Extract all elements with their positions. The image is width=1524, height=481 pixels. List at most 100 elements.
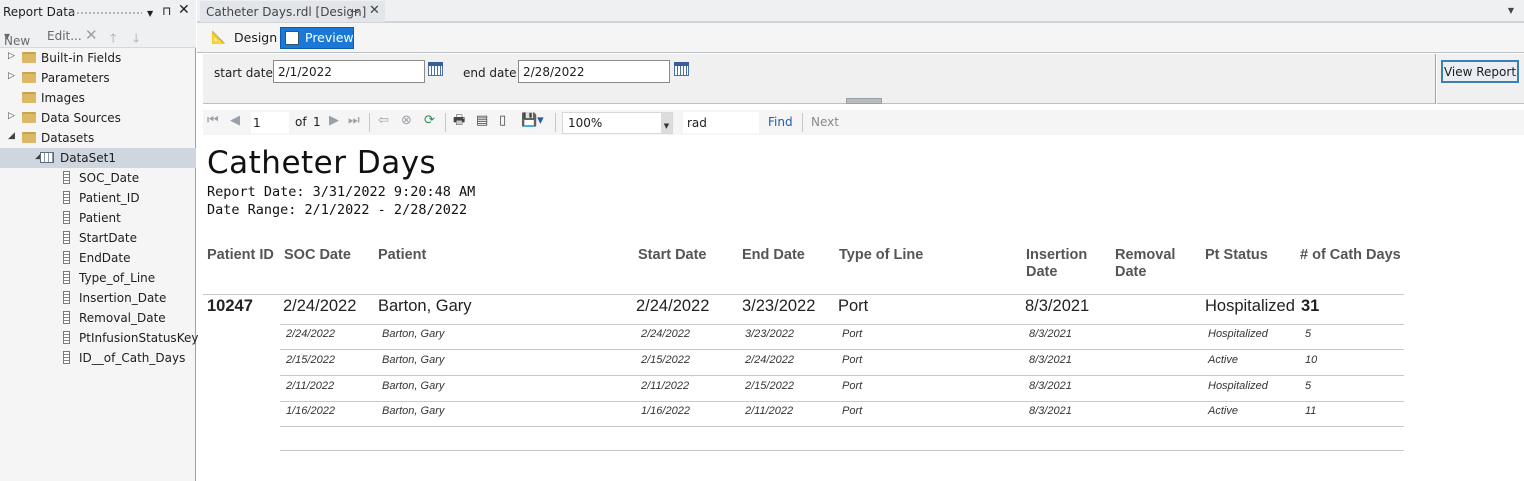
row-divider: [280, 426, 1404, 427]
move-down-icon[interactable]: 🡓: [133, 29, 139, 50]
parameter-bar: start date end date View Report: [203, 54, 1524, 104]
edit-button[interactable]: Edit...: [47, 29, 82, 43]
report-date-range: Date Range: 2/1/2022 - 2/28/2022: [207, 202, 468, 218]
column-header: # of Cath Days: [1300, 247, 1401, 263]
detail-cell-start-date: 2/11/2022: [641, 379, 690, 392]
end-date-input[interactable]: [518, 60, 670, 83]
design-tab[interactable]: 📐 Design: [207, 27, 277, 49]
stop-icon[interactable]: ⊗: [401, 114, 412, 128]
group-cell-insertion-date: 8/3/2021: [1025, 297, 1090, 315]
close-icon[interactable]: ✕: [178, 3, 190, 17]
tree-node[interactable]: Insertion_Date: [0, 288, 196, 308]
detail-cell-type-of-line: Port: [842, 328, 863, 340]
group-cell-cath-days: 31: [1301, 297, 1320, 315]
column-header: Start Date: [638, 247, 707, 263]
folder-icon: [22, 72, 36, 83]
group-cell-patient: Barton, Gary: [378, 297, 472, 315]
toolbar-separator: [445, 113, 446, 132]
chevron-down-icon[interactable]: ▼: [661, 113, 672, 133]
find-link[interactable]: Find: [768, 115, 793, 129]
report-title: Catheter Days: [207, 145, 437, 181]
tree-node[interactable]: ▷ Data Sources: [0, 108, 196, 128]
tree-node[interactable]: ◢ Datasets: [0, 128, 196, 148]
page-setup-icon[interactable]: ▯: [499, 114, 506, 128]
last-page-icon[interactable]: ⏭: [348, 114, 360, 128]
print-layout-icon[interactable]: ▤: [476, 114, 488, 128]
tree-node[interactable]: ◢ DataSet1: [0, 148, 196, 168]
tree-node-label: Data Sources: [41, 111, 121, 125]
tab-close-icon[interactable]: ✕: [369, 3, 380, 18]
pin-icon[interactable]: ⊓: [162, 4, 171, 18]
group-cell-type-of-line: Port: [838, 297, 869, 315]
back-icon[interactable]: ⇦: [378, 114, 389, 128]
tree-node-label: Images: [41, 91, 85, 105]
view-report-button[interactable]: View Report: [1441, 60, 1519, 83]
tree-node-label: Parameters: [41, 71, 110, 85]
first-page-icon[interactable]: ⏮: [207, 114, 219, 128]
expand-icon[interactable]: ▷: [8, 51, 15, 61]
tab-pin-icon[interactable]: ⊸: [350, 5, 359, 18]
tree-node-label: Datasets: [41, 131, 95, 145]
tree-node[interactable]: Images: [0, 88, 196, 108]
column-header: Insertion Date: [1026, 247, 1088, 280]
detail-cell-cath-days: 5: [1305, 379, 1312, 392]
document-tab[interactable]: Catheter Days.rdl [Design] ⊸ ✕: [200, 1, 385, 22]
tree-node[interactable]: EndDate: [0, 248, 196, 268]
tree-node-label: Built-in Fields: [41, 51, 122, 65]
panel-drag-grip[interactable]: [72, 11, 142, 15]
detail-cell-soc-date: 2/11/2022: [286, 379, 335, 392]
start-date-calendar-icon[interactable]: [428, 62, 443, 76]
tree-node-label: DataSet1: [60, 151, 116, 165]
start-date-input[interactable]: [273, 60, 425, 83]
collapse-icon[interactable]: ◢: [8, 131, 15, 141]
row-divider: [203, 294, 1404, 295]
preview-tab[interactable]: Preview: [280, 27, 354, 49]
detail-cell-soc-date: 2/24/2022: [286, 328, 335, 340]
previous-page-icon[interactable]: ◀: [230, 114, 240, 128]
next-page-icon[interactable]: ▶: [329, 114, 339, 128]
detail-cell-type-of-line: Port: [842, 353, 863, 366]
folder-icon: [22, 92, 36, 103]
tree-node[interactable]: ▷ Built-in Fields: [0, 48, 196, 68]
document-tab-title: Catheter Days.rdl [Design]: [206, 5, 367, 19]
panel-menu-icon[interactable]: ▼: [147, 7, 153, 21]
tab-dropdown-icon[interactable]: ▼: [1508, 6, 1514, 15]
tree-node[interactable]: SOC_Date: [0, 168, 196, 188]
export-icon[interactable]: 💾▾: [521, 114, 544, 128]
expand-icon[interactable]: ▷: [8, 71, 15, 81]
print-icon[interactable]: 🖶: [453, 114, 465, 128]
detail-cell-pt-status: Hospitalized: [1208, 379, 1268, 392]
find-input[interactable]: [683, 112, 759, 133]
zoom-select[interactable]: 100% ▼: [562, 112, 673, 134]
tree-node-label: Type_of_Line: [79, 271, 156, 285]
column-header: Patient: [378, 247, 427, 263]
tree-node[interactable]: Patient: [0, 208, 196, 228]
tree-node[interactable]: Patient_ID: [0, 188, 196, 208]
next-link[interactable]: Next: [811, 115, 839, 129]
detail-cell-cath-days: 11: [1305, 405, 1317, 418]
move-up-icon[interactable]: 🡑: [110, 29, 116, 50]
design-tab-label: Design: [234, 30, 278, 45]
new-button[interactable]: New ▾: [4, 29, 30, 48]
refresh-icon[interactable]: ⟳: [424, 114, 435, 128]
detail-cell-type-of-line: Port: [842, 379, 863, 392]
column-header: Pt Status: [1205, 247, 1268, 263]
detail-cell-start-date: 1/16/2022: [641, 405, 690, 418]
tree-node[interactable]: Type_of_Line: [0, 268, 196, 288]
delete-icon[interactable]: ✕: [85, 26, 98, 44]
tree-node-label: StartDate: [79, 231, 137, 245]
toolbar-separator: [802, 113, 803, 132]
collapse-parameters-handle[interactable]: [846, 98, 882, 104]
panel-title: Report Data: [3, 5, 76, 19]
tree-node-label: Patient: [79, 211, 121, 225]
column-header: SOC Date: [284, 247, 351, 263]
expand-icon[interactable]: ▷: [8, 111, 15, 121]
tree-node[interactable]: StartDate: [0, 228, 196, 248]
tree-node[interactable]: ID__of_Cath_Days: [0, 348, 196, 368]
tree-node[interactable]: Removal_Date: [0, 308, 196, 328]
tree-node[interactable]: PtInfusionStatusKey: [0, 328, 198, 348]
tree-node[interactable]: ▷ Parameters: [0, 68, 196, 88]
page-number-input[interactable]: [251, 112, 289, 133]
end-date-calendar-icon[interactable]: [674, 62, 689, 76]
preview-icon: [285, 31, 299, 45]
